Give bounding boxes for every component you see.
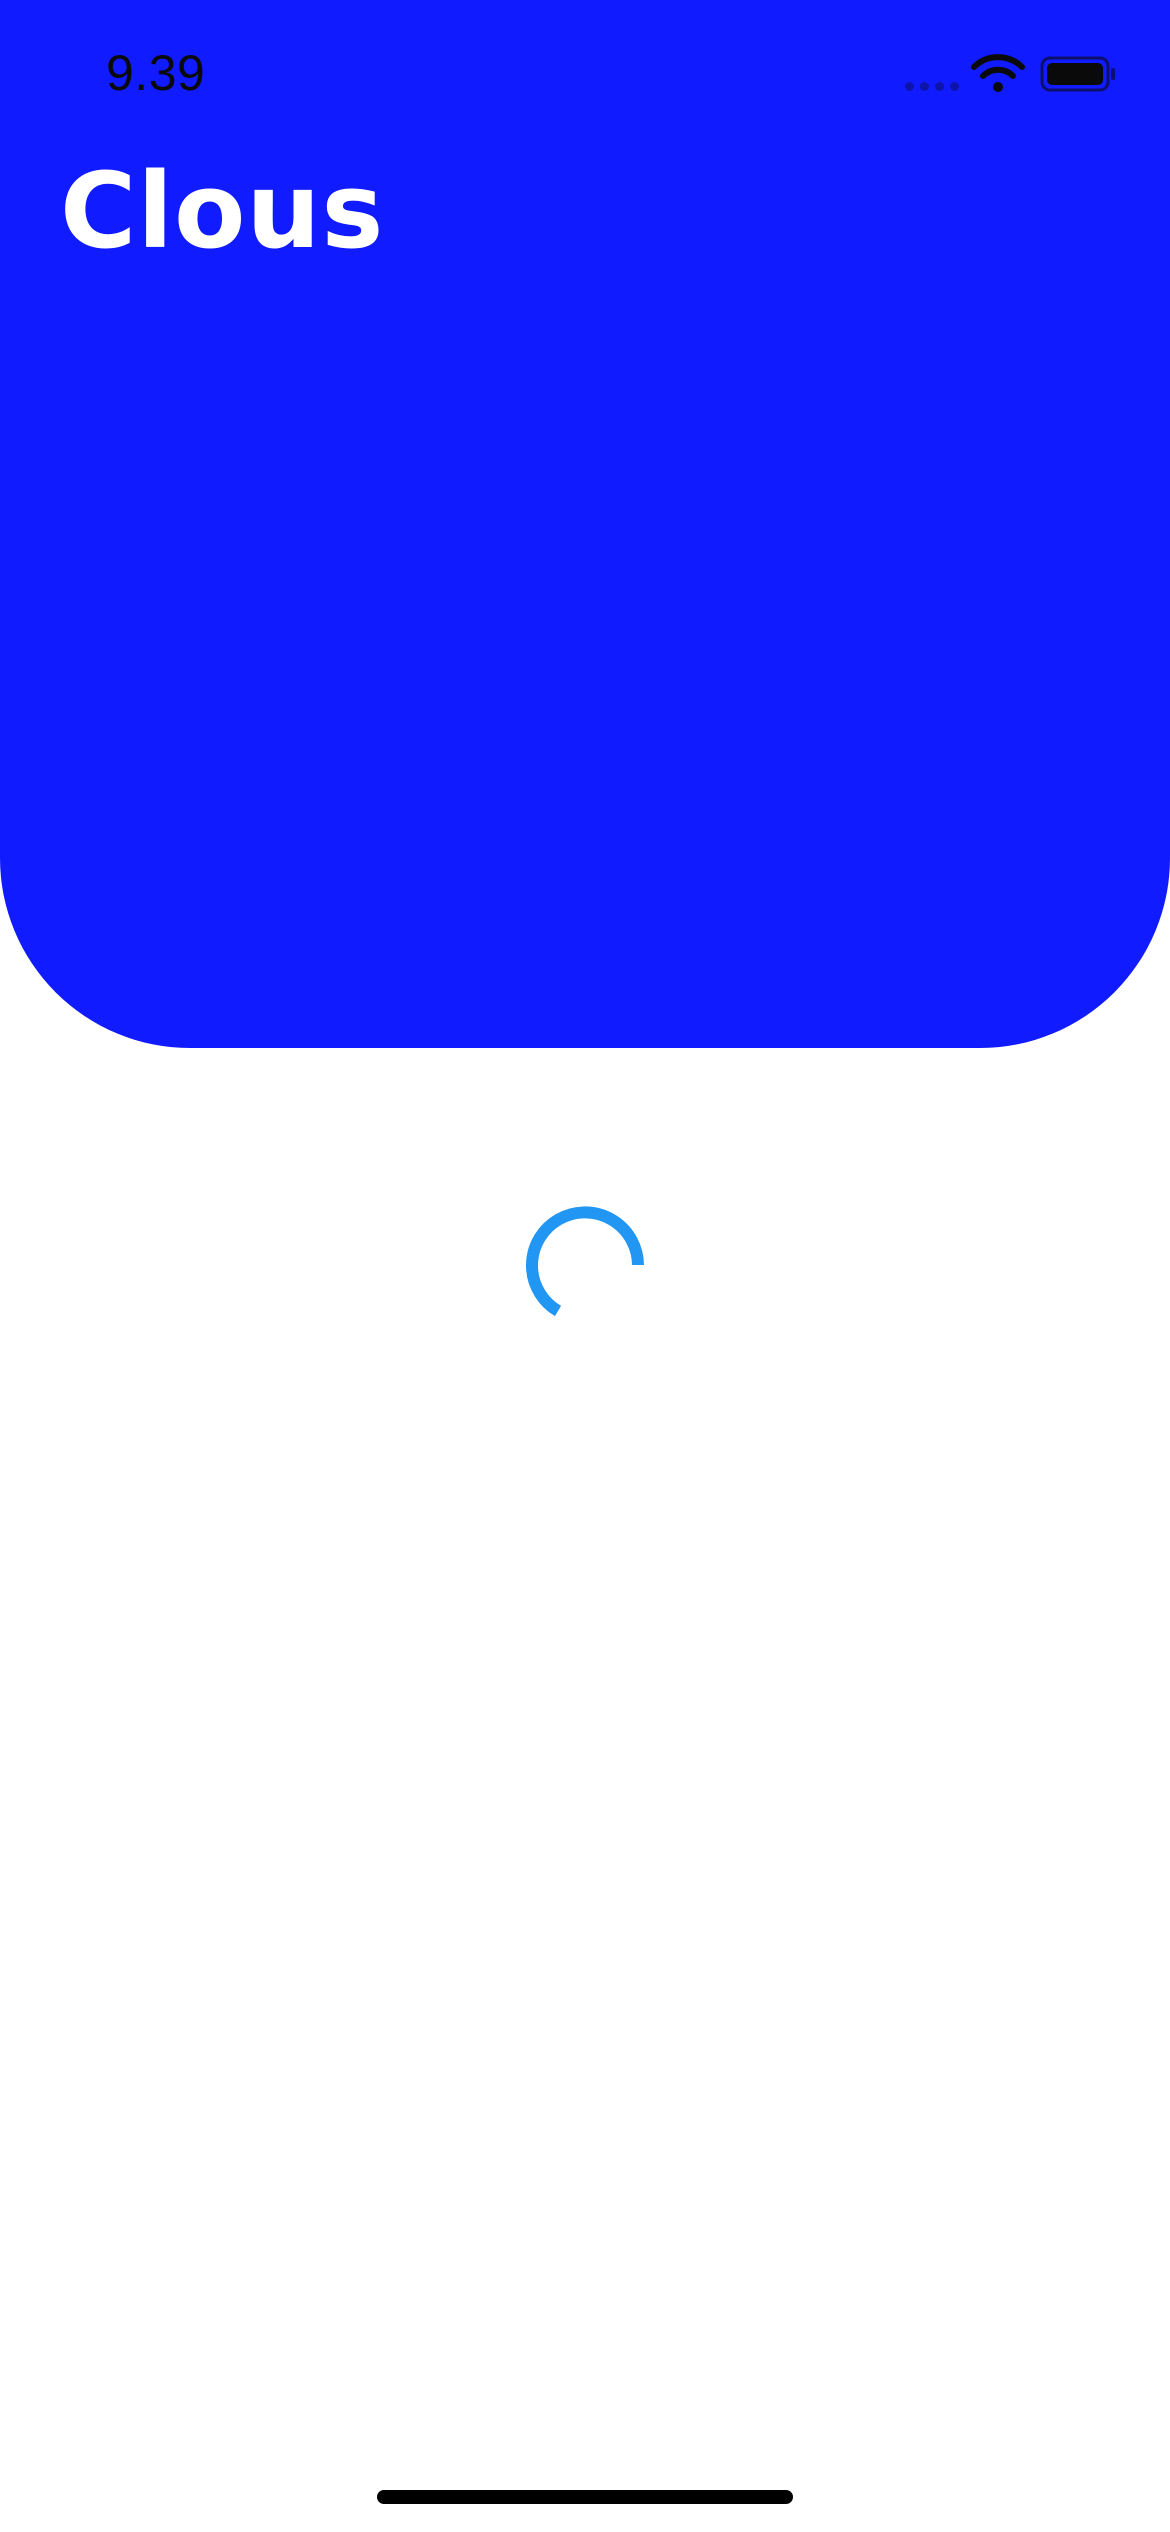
loading-spinner-icon — [526, 1206, 644, 1317]
home-indicator[interactable] — [377, 2490, 793, 2504]
wifi-icon — [971, 54, 1025, 92]
app-title: Clous — [60, 150, 385, 272]
status-time: 9.39 — [106, 45, 206, 101]
status-bar: 9.39 — [0, 0, 1170, 150]
battery-icon — [1040, 56, 1115, 92]
signal-icon — [905, 80, 961, 92]
app-screen: 9.39 Clous — [0, 0, 1170, 2532]
